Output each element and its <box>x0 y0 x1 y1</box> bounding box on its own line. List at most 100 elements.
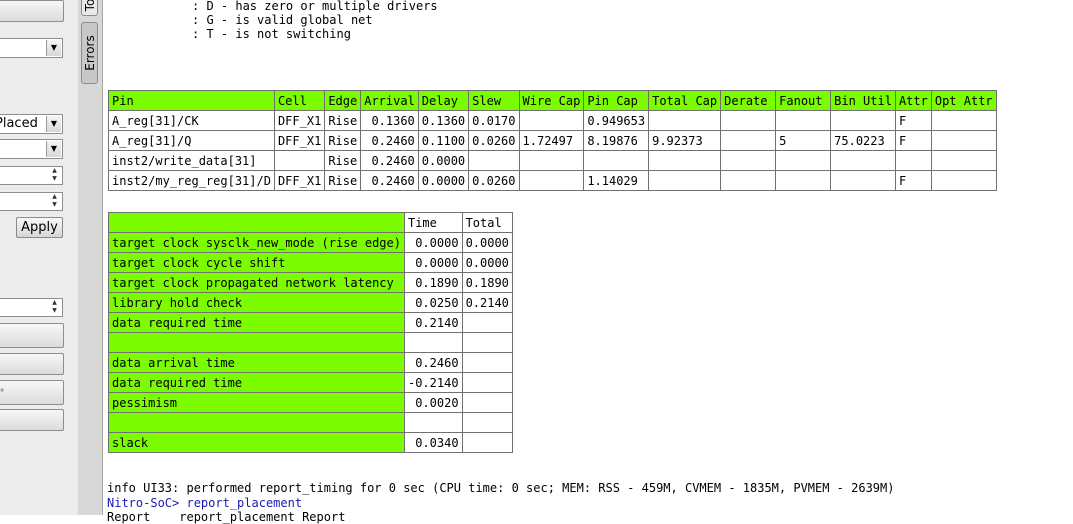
table-cell: 0.1360 <box>360 110 419 131</box>
table-cell <box>468 150 520 171</box>
table-cell: A_reg[31]/CK <box>108 110 275 131</box>
apply-button[interactable]: Apply <box>16 217 63 238</box>
spin-arrows-icon[interactable]: ▲ ▼ <box>48 193 61 210</box>
table-cell: Rise <box>324 170 362 191</box>
table-cell: 0.2460 <box>360 150 419 171</box>
spinbox-2[interactable]: ▲ ▼ <box>0 192 63 211</box>
table-cell <box>461 372 513 393</box>
table-row: slack 0.0340 <box>108 432 513 453</box>
table-cell <box>518 150 585 171</box>
table-cell: 0.0000 <box>461 252 513 273</box>
column-header: Pin <box>108 90 275 111</box>
column-header: Edge <box>324 90 362 111</box>
table-cell <box>930 110 997 131</box>
table-row: target clock propagated network latency 0… <box>108 272 513 293</box>
row-label <box>108 412 405 433</box>
table-cell <box>461 412 513 433</box>
top-button[interactable] <box>0 0 64 22</box>
tab-top-label: To <box>82 0 97 12</box>
row-label: data arrival time <box>108 352 405 373</box>
spinbox-3[interactable]: ▲ ▼ <box>0 298 63 317</box>
row-label: slack <box>108 432 405 453</box>
table-cell: 8.19876 <box>583 130 650 151</box>
chevron-down-icon: ▼ <box>46 40 61 56</box>
table-cell <box>720 170 777 191</box>
table-cell <box>648 170 722 191</box>
combo-1[interactable]: ▼ <box>0 38 63 58</box>
column-header: Slew <box>468 90 520 111</box>
table-cell: inst2/my_reg_reg[31]/D <box>108 170 275 191</box>
table-cell: 0.1100 <box>417 130 470 151</box>
column-header: Total Cap <box>648 90 722 111</box>
table-cell <box>648 150 722 171</box>
table-row: inst2/my_reg_reg[31]/D DFF_X1 Rise 0.2460 0.… <box>108 170 997 191</box>
table-cell: 1.72497 <box>518 130 585 151</box>
table-cell <box>720 110 777 131</box>
row-label: data required time <box>108 372 405 393</box>
pin-timing-table: Pin Cell Edge Arrival Delay Slew Wire Cap Pin C… <box>108 90 997 191</box>
row-label: data required time <box>108 312 405 333</box>
table-cell: 0.949653 <box>583 110 650 131</box>
table-cell: inst2/write_data[31] <box>108 150 275 171</box>
table-cell <box>930 130 997 151</box>
panel-button-2[interactable] <box>0 353 64 375</box>
table-cell <box>720 150 777 171</box>
table-cell: Rise <box>324 110 362 131</box>
spin-arrows-icon[interactable]: ▲ ▼ <box>48 299 61 316</box>
table-cell: 0.0000 <box>417 150 470 171</box>
column-header: Arrival <box>360 90 419 111</box>
table-cell <box>930 150 997 171</box>
panel-button-3[interactable]: ↳ <box>0 380 64 405</box>
table-cell: 0.2140 <box>461 292 513 313</box>
table-cell: 5 <box>775 130 832 151</box>
table-cell <box>775 170 832 191</box>
tab-top[interactable]: To <box>81 0 98 16</box>
spinbox-1[interactable]: ▲ ▼ <box>0 166 63 185</box>
table-row: data required time -0.2140 <box>108 372 513 393</box>
table-row: inst2/write_data[31] Rise 0.2460 0.0000 <box>108 150 997 171</box>
table-cell: 0.1890 <box>461 272 513 293</box>
table-cell: -0.2140 <box>403 372 463 393</box>
combo-3[interactable]: ▼ <box>0 139 63 159</box>
table-cell <box>720 130 777 151</box>
table-cell: A_reg[31]/Q <box>108 130 275 151</box>
row-label: target clock sysclk_new_mode (rise edge) <box>108 232 405 253</box>
table-header-row: Pin Cell Edge Arrival Delay Slew Wire Cap Pin C… <box>108 90 997 111</box>
table-cell: 0.0020 <box>403 392 463 413</box>
spin-arrows-icon[interactable]: ▲ ▼ <box>48 167 61 184</box>
table-cell: F <box>894 110 932 131</box>
command-prompt[interactable]: Nitro-SoC> report_placement <box>107 496 302 510</box>
table-cell: 0.2460 <box>360 170 419 191</box>
panel-button-4[interactable] <box>0 409 64 431</box>
chevron-down-icon: ▼ <box>46 141 61 157</box>
table-cell <box>461 312 513 333</box>
column-header <box>108 212 405 233</box>
table-row: A_reg[31]/Q DFF_X1 Rise 0.2460 0.1100 0.0260 1… <box>108 130 997 151</box>
table-cell <box>273 150 326 171</box>
column-header: Cell <box>273 90 326 111</box>
row-label: target clock cycle shift <box>108 252 405 273</box>
table-cell <box>518 110 585 131</box>
column-header: Fanout <box>775 90 832 111</box>
info-message: info UI33: performed report_timing for 0… <box>107 481 895 495</box>
column-header: Attr <box>894 90 932 111</box>
tab-errors[interactable]: Errors <box>81 22 98 84</box>
table-cell: 0.0000 <box>417 170 470 191</box>
column-header: Opt Attr <box>930 90 997 111</box>
table-row: A_reg[31]/CK DFF_X1 Rise 0.1360 0.1360 0.0170… <box>108 110 997 131</box>
table-cell <box>461 392 513 413</box>
status-combo[interactable]: Placed ▼ <box>0 114 63 134</box>
table-cell <box>830 170 896 191</box>
table-cell <box>930 170 997 191</box>
table-cell <box>894 150 932 171</box>
column-header: Delay <box>417 90 470 111</box>
row-label: target clock propagated network latency <box>108 272 405 293</box>
table-cell: Rise <box>324 130 362 151</box>
panel-button-1[interactable] <box>0 323 64 348</box>
arrow-icon: ↳ <box>0 384 6 395</box>
table-cell: 0.0260 <box>468 130 520 151</box>
table-cell <box>648 110 722 131</box>
table-cell <box>461 432 513 453</box>
table-cell: 0.0000 <box>403 232 463 253</box>
status-combo-value: Placed <box>0 116 38 131</box>
